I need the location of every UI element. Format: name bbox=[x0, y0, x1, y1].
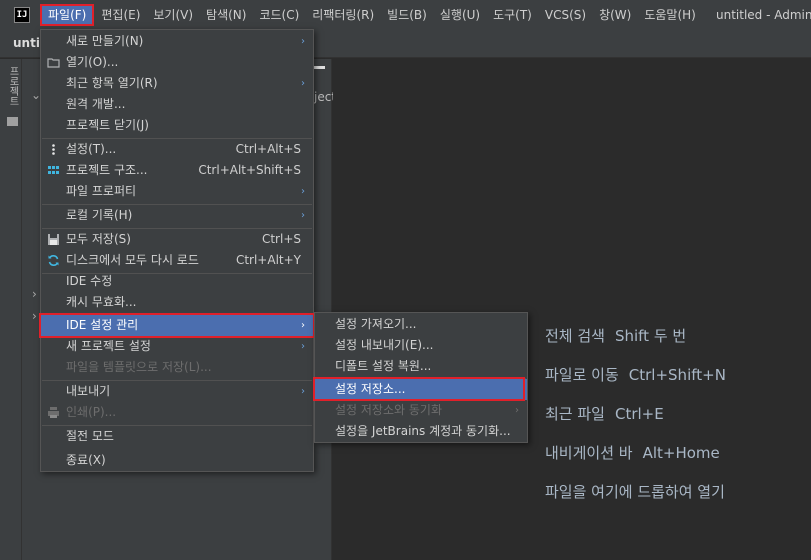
submenu-item-export-settings[interactable]: 설정 내보내기(E)... bbox=[315, 335, 527, 356]
hint-label: 전체 검색 bbox=[545, 327, 605, 345]
menu-items: 파일(F) 편집(E) 보기(V) 탐색(N) 코드(C) 리팩터링(R) 빌드… bbox=[40, 0, 703, 30]
menu-item-invalidate-caches[interactable]: 캐시 무효화... bbox=[41, 292, 313, 313]
menu-item-local-history[interactable]: 로컬 기록(H) › bbox=[41, 205, 313, 226]
menu-item-save-as-template: 파일을 템플릿으로 저장(L)... bbox=[66, 360, 212, 374]
minimize-icon[interactable] bbox=[313, 66, 325, 69]
window-title: untitled - Adminis bbox=[716, 8, 811, 22]
menu-item-exit[interactable]: 종료(X) bbox=[41, 450, 313, 471]
menu-vcs[interactable]: VCS(S) bbox=[539, 4, 592, 26]
menu-item-file-properties[interactable]: 파일 프로퍼티 › bbox=[41, 181, 313, 202]
chevron-right-icon[interactable]: › bbox=[32, 287, 37, 301]
menu-item-new[interactable]: 새로 만들기(N) › bbox=[41, 31, 313, 52]
hint-keys: Shift 두 번 bbox=[614, 327, 687, 345]
hint-search-everywhere: 전체 검색 Shift 두 번 bbox=[545, 325, 686, 346]
chevron-right-icon: › bbox=[301, 186, 305, 197]
chevron-right-icon: › bbox=[301, 210, 305, 221]
chevron-right-icon: › bbox=[301, 36, 305, 47]
submenu-item-sync-jetbrains[interactable]: 설정을 JetBrains 계정과 동기화... bbox=[315, 421, 527, 442]
submenu-item-sync-repository: 설정 저장소와 동기화 › bbox=[315, 400, 527, 421]
menu-run[interactable]: 실행(U) bbox=[434, 4, 486, 26]
menu-item-settings[interactable]: 설정(T)... Ctrl+Alt+S bbox=[41, 139, 313, 160]
menu-item-open-recent[interactable]: 최근 항목 열기(R) › bbox=[41, 73, 313, 94]
menu-refactor[interactable]: 리팩터링(R) bbox=[306, 4, 380, 26]
menu-file[interactable]: 파일(F) bbox=[40, 4, 95, 26]
chevron-right-icon: › bbox=[301, 341, 305, 352]
menu-item-repair-ide[interactable]: IDE 수정 bbox=[41, 271, 313, 292]
chevron-right-icon: › bbox=[301, 78, 305, 89]
app-logo-icon: IJ bbox=[14, 7, 30, 23]
menu-help[interactable]: 도움말(H) bbox=[638, 4, 702, 26]
menu-item-power-save[interactable]: 절전 모드 bbox=[41, 426, 313, 447]
project-tool-label[interactable]: 프로젝트 bbox=[5, 66, 20, 106]
hint-label: 내비게이션 바 bbox=[545, 444, 633, 462]
menu-build[interactable]: 빌드(B) bbox=[381, 4, 433, 26]
project-structure-icon bbox=[48, 166, 59, 174]
menu-item-open[interactable]: 열기(O)... bbox=[41, 52, 313, 73]
submenu-item-import-settings[interactable]: 설정 가져오기... bbox=[315, 314, 527, 335]
menu-item-project-structure[interactable]: 프로젝트 구조... Ctrl+Alt+Shift+S bbox=[41, 160, 313, 181]
menu-item-save-all[interactable]: 모두 저장(S) Ctrl+S bbox=[41, 229, 313, 250]
chevron-right-icon: › bbox=[301, 320, 305, 331]
chevron-right-icon: › bbox=[515, 405, 519, 416]
menu-item-print: 인쇄(P)... bbox=[41, 402, 313, 423]
menu-item-new-project-setup[interactable]: 새 프로젝트 설정 › bbox=[41, 336, 313, 357]
hint-keys: Alt+Home bbox=[642, 444, 720, 462]
folder-icon[interactable] bbox=[7, 117, 18, 126]
hint-keys: Ctrl+Shift+N bbox=[628, 366, 726, 384]
hint-recent-files: 최근 파일 Ctrl+E bbox=[545, 403, 664, 424]
submenu-item-settings-repository[interactable]: 설정 저장소... bbox=[315, 379, 527, 400]
chevron-right-icon: › bbox=[301, 386, 305, 397]
left-tool-bar bbox=[0, 59, 22, 560]
ide-settings-submenu: 설정 가져오기... 설정 내보내기(E)... 디폴트 설정 복원... 설정… bbox=[314, 312, 528, 443]
menu-bar: IJ 파일(F) 편집(E) 보기(V) 탐색(N) 코드(C) 리팩터링(R)… bbox=[0, 0, 811, 30]
menu-item-manage-ide-settings[interactable]: IDE 설정 관리 › bbox=[41, 315, 313, 336]
folder-icon bbox=[47, 58, 60, 68]
hint-go-to-file: 파일로 이동 Ctrl+Shift+N bbox=[545, 364, 726, 385]
menu-navigate[interactable]: 탐색(N) bbox=[200, 4, 252, 26]
hint-label: 파일로 이동 bbox=[545, 366, 619, 384]
hint-label: 파일을 여기에 드롭하여 열기 bbox=[545, 483, 725, 501]
menu-item-reload-all[interactable]: 디스크에서 모두 다시 로드 Ctrl+Alt+Y bbox=[41, 250, 313, 271]
hint-label: 최근 파일 bbox=[545, 405, 605, 423]
print-icon bbox=[48, 407, 59, 418]
hint-drop-files: 파일을 여기에 드롭하여 열기 bbox=[545, 481, 725, 502]
hint-navigation-bar: 내비게이션 바 Alt+Home bbox=[545, 442, 720, 463]
hint-keys: Ctrl+E bbox=[614, 405, 664, 423]
submenu-item-restore-defaults[interactable]: 디폴트 설정 복원... bbox=[315, 356, 527, 377]
settings-icon bbox=[52, 144, 55, 155]
menu-item-export[interactable]: 내보내기 › bbox=[41, 381, 313, 402]
save-icon bbox=[48, 234, 59, 245]
menu-view[interactable]: 보기(V) bbox=[147, 4, 199, 26]
chevron-right-icon[interactable]: › bbox=[32, 309, 37, 323]
menu-tools[interactable]: 도구(T) bbox=[487, 4, 538, 26]
file-menu: 새로 만들기(N) › 열기(O)... 최근 항목 열기(R) › 원격 개발..… bbox=[40, 29, 314, 472]
menu-item-close-project[interactable]: 프로젝트 닫기(J) bbox=[41, 115, 313, 136]
menu-item-remote-dev[interactable]: 원격 개발... bbox=[41, 94, 313, 115]
menu-window[interactable]: 창(W) bbox=[593, 4, 637, 26]
menu-code[interactable]: 코드(C) bbox=[253, 4, 305, 26]
reload-icon bbox=[48, 255, 59, 266]
menu-edit[interactable]: 편집(E) bbox=[95, 4, 146, 26]
